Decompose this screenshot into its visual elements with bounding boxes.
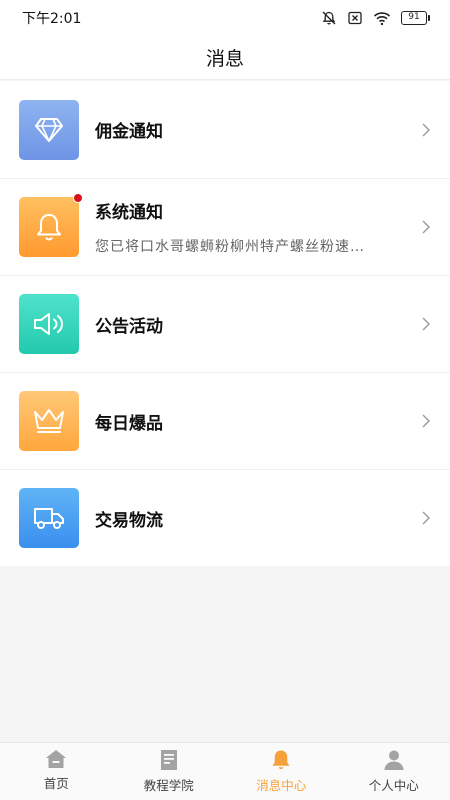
tab-label: 个人中心: [368, 778, 419, 793]
message-item-commission[interactable]: 佣金通知: [0, 81, 450, 178]
crown-icon: [34, 409, 64, 433]
message-text: 系统通知 您已将口水哥螺蛳粉柳州特产螺丝粉速…: [95, 198, 450, 256]
message-list: 佣金通知 系统通知 您已将口水哥螺蛳粉柳州特产螺丝粉速… 公告活动 每日爆品 交…: [0, 81, 450, 566]
diamond-icon: [35, 117, 63, 142]
status-time: 下午2:01: [22, 11, 82, 27]
tab-label: 教程学院: [143, 778, 194, 793]
sim-off-icon: [348, 11, 362, 25]
tab-message-center[interactable]: 消息中心: [225, 743, 338, 800]
message-text: 佣金通知: [95, 117, 450, 142]
chevron-right-icon: [422, 511, 430, 525]
message-icon-tile: [19, 193, 83, 257]
message-preview: 您已将口水哥螺蛳粉柳州特产螺丝粉速…: [95, 239, 365, 255]
bell-off-icon: [322, 11, 336, 25]
message-title: 公告活动: [95, 316, 163, 337]
message-item-system[interactable]: 系统通知 您已将口水哥螺蛳粉柳州特产螺丝粉速…: [0, 178, 450, 275]
message-text: 交易物流: [95, 506, 450, 531]
message-icon-tile: [19, 99, 79, 160]
person-icon: [384, 750, 404, 770]
message-icon-tile: [19, 294, 79, 354]
battery-tip: [428, 15, 430, 21]
battery-level: 91: [401, 11, 427, 25]
chevron-right-icon: [422, 123, 430, 136]
bottom-tab-bar: 首页 教程学院 消息中心 个人中心: [0, 742, 450, 800]
tab-personal-center[interactable]: 个人中心: [338, 743, 450, 800]
bell-icon: [37, 214, 61, 241]
message-text: 每日爆品: [95, 409, 450, 434]
message-title: 每日爆品: [95, 413, 163, 434]
battery-indicator: 91: [401, 11, 430, 25]
message-title: 系统通知: [95, 203, 163, 223]
truck-icon: [34, 508, 64, 529]
tab-tutorial[interactable]: 教程学院: [113, 743, 226, 800]
message-title: 交易物流: [95, 510, 163, 531]
tab-label: 消息中心: [256, 778, 307, 793]
page-title: 消息: [205, 48, 244, 70]
nav-bar: 消息: [0, 36, 450, 80]
message-icon-tile: [19, 488, 79, 548]
message-item-daily-hot[interactable]: 每日爆品: [0, 372, 450, 469]
status-icons: 91: [321, 10, 430, 26]
message-icon-tile: [19, 391, 79, 451]
home-icon: [46, 750, 67, 768]
chevron-right-icon: [422, 414, 430, 428]
chevron-right-icon: [422, 317, 430, 331]
speaker-icon: [34, 313, 64, 335]
chevron-right-icon: [422, 220, 430, 234]
status-bar: 下午2:01 91: [0, 0, 450, 36]
unread-badge: [73, 193, 83, 203]
message-item-announcement[interactable]: 公告活动: [0, 275, 450, 372]
message-text: 公告活动: [95, 312, 450, 337]
wifi-icon: [373, 12, 391, 26]
message-title: 佣金通知: [95, 122, 163, 142]
tutorial-icon: [160, 750, 177, 770]
tab-label: 首页: [43, 776, 69, 791]
message-item-logistics[interactable]: 交易物流: [0, 469, 450, 566]
tab-home[interactable]: 首页: [0, 743, 113, 800]
bell-icon: [272, 750, 290, 770]
